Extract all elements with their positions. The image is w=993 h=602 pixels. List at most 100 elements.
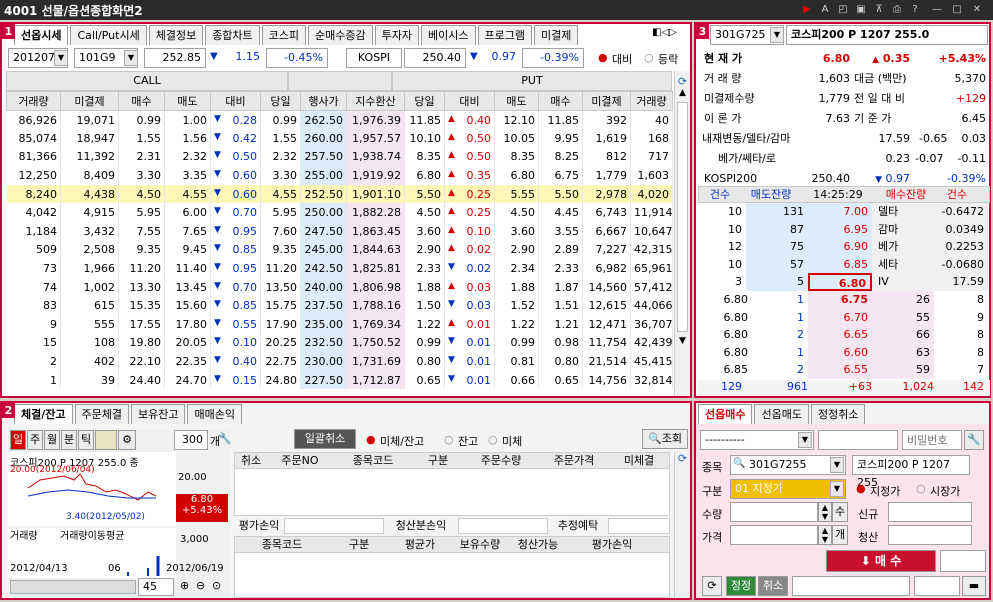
tab-8[interactable]: 프로그램	[477, 25, 532, 45]
tab-sell[interactable]: 선옵매도	[754, 404, 809, 424]
chevron-down-icon[interactable]: ▼	[830, 481, 844, 497]
tab-1[interactable]: Call/Put시세	[70, 25, 147, 45]
settings-icon[interactable]: ⚙	[118, 430, 136, 450]
tab-2[interactable]: 체결정보	[148, 25, 204, 45]
refresh-icon[interactable]: ⟳	[675, 452, 690, 465]
orderbook-bid-row[interactable]: 6.80 1 6.70 55 9	[698, 308, 990, 327]
table-row[interactable]: 4,042 4,915 5.95 6.00 ▼ 0.70 5.95 250.00 1,882.2…	[6, 203, 673, 223]
count-input[interactable]: 300	[174, 430, 208, 450]
tab-3[interactable]: 종합차트	[205, 25, 260, 45]
period-tick[interactable]: 틱	[78, 430, 94, 450]
orderbook-bid-row[interactable]: 6.80 2 6.65 66 8	[698, 326, 990, 344]
radio-rate-icon[interactable]: ○	[644, 51, 654, 64]
tab-scroll-icon[interactable]: ◧◁▷	[652, 27, 677, 38]
link-icon[interactable]: ◰	[836, 3, 850, 16]
confirm-button[interactable]: 정정	[726, 576, 756, 596]
radio-diff-icon[interactable]: ●	[598, 51, 608, 64]
table-row[interactable]: 1,184 3,432 7.55 7.65 ▼ 0.95 7.60 247.50 1,863.4…	[6, 222, 673, 241]
scroll-thumb[interactable]	[677, 102, 688, 332]
chevron-down-icon[interactable]: ▼	[770, 27, 784, 43]
tab-4[interactable]: 코스피	[261, 25, 307, 45]
period-minute[interactable]: 분	[61, 430, 77, 450]
table-row[interactable]: 73 1,966 11.20 11.40 ▼ 0.95 11.20 242.50 1,825.8…	[6, 259, 673, 278]
zoom-input[interactable]: 45	[138, 578, 174, 596]
close-icon[interactable]: ✕	[970, 3, 984, 16]
orderbook-bid-row[interactable]: 6.80 1 6.60 63 8	[698, 343, 990, 362]
qty-suffix[interactable]: 수	[832, 502, 848, 522]
chevron-down-icon[interactable]: ▼	[54, 50, 68, 66]
scroll-up-icon[interactable]: ▲	[675, 88, 690, 98]
period-input[interactable]	[95, 430, 117, 450]
record-icon[interactable]: ▶	[800, 3, 814, 16]
period-week[interactable]: 주	[27, 430, 43, 450]
tab-modify[interactable]: 정정취소	[810, 404, 866, 424]
table-row[interactable]: 2 402 22.10 22.35 ▼ 0.40 22.75 230.00 1,731.69 0.…	[6, 352, 673, 371]
zoom-in-icon[interactable]: ⊕	[180, 579, 189, 592]
table-row[interactable]: 83 615 15.35 15.60 ▼ 0.85 15.75 237.50 1,788.16 1…	[6, 296, 673, 316]
print-icon[interactable]: ⎙	[890, 3, 904, 16]
tab-0[interactable]: 선옵시세	[14, 25, 69, 45]
table-row[interactable]: 1 39 24.40 24.70 ▼ 0.15 24.80 227.50 1,712.87 0.6…	[6, 370, 673, 390]
table-row[interactable]: 86,926 19,071 0.99 1.00 ▼ 0.28 0.99 262.50 1,976…	[6, 110, 673, 130]
table-row[interactable]: 509 2,508 9.35 9.45 ▼ 0.85 9.35 245.00 1,844.63 2…	[6, 240, 673, 260]
chevron-down-icon[interactable]: ▼	[830, 457, 844, 473]
period-month[interactable]: 월	[44, 430, 60, 450]
chevron-down-icon[interactable]: ▼	[798, 432, 812, 448]
zoom-out-icon[interactable]: ⊖	[196, 579, 205, 592]
orderbook-bid-row[interactable]: 6.85 2 6.55 59 7	[698, 361, 990, 379]
orderbook-ask-row[interactable]: 10 57 6.85 세타 -0.0680	[698, 255, 990, 274]
cancel-all-button[interactable]: 일괄취소	[294, 429, 356, 449]
type-select[interactable]: 01 지정가	[730, 479, 846, 499]
table-row[interactable]: 9 555 17.55 17.80 ▼ 0.55 17.90 235.00 1,769.34 1.…	[6, 315, 673, 334]
tab-9[interactable]: 미결제	[534, 25, 579, 45]
account-select[interactable]: ----------	[700, 430, 814, 450]
table-row[interactable]: 12,250 8,409 3.30 3.35 ▼ 0.60 3.30 255.00 1,919.…	[6, 166, 673, 185]
refresh-icon[interactable]: ⟳	[675, 75, 690, 88]
table-row[interactable]: 15 108 19.80 20.05 ▼ 0.10 20.25 232.50 1,750.52 0…	[6, 333, 673, 353]
zoom-reset-icon[interactable]: ⊙	[212, 579, 221, 592]
tab-5[interactable]: 순매수증감	[308, 25, 373, 45]
orderbook-ask-row[interactable]: 10 87 6.95 감마 0.0349	[698, 220, 990, 239]
refresh-icon[interactable]: ⟳	[702, 576, 722, 596]
chevron-down-icon[interactable]: ▼	[124, 50, 138, 66]
orderbook-ask-row[interactable]: 3 5 6.80 IV 17.59	[698, 273, 990, 291]
cancel-button[interactable]: 취소	[758, 576, 788, 596]
table-row[interactable]: 85,074 18,947 1.55 1.56 ▼ 0.42 1.55 260.00 1,957…	[6, 129, 673, 148]
qty-stepper[interactable]: ▲ ▼	[818, 502, 832, 522]
help-icon[interactable]: ?	[908, 3, 922, 16]
table-row[interactable]: 8,240 4,438 4.50 4.55 ▼ 0.60 4.55 252.50 1,901.1…	[6, 184, 673, 204]
tab-6[interactable]: 투자자	[374, 25, 420, 45]
search-button[interactable]: 🔍조회	[642, 429, 688, 449]
orderbook-ask-row[interactable]: 12 75 6.90 베가 0.2253	[698, 238, 990, 256]
radio-balance-icon[interactable]: ○	[444, 433, 454, 446]
table-row[interactable]: 81,366 11,392 2.31 2.32 ▼ 0.50 2.32 257.50 1,938…	[6, 147, 673, 167]
lock-icon[interactable]: ▣	[854, 3, 868, 16]
scroll-down-icon[interactable]: ▼	[675, 336, 690, 346]
qty-input[interactable]	[730, 502, 818, 522]
maximize-icon[interactable]: □	[950, 3, 964, 16]
price-suffix[interactable]: 개	[832, 525, 848, 545]
tool-icon[interactable]: 🔧	[218, 432, 232, 445]
period-day[interactable]: 일	[10, 430, 26, 450]
tab-holdings[interactable]: 보유잔고	[130, 404, 186, 424]
radio-limit-icon[interactable]: ●	[856, 482, 866, 495]
tab-pnl[interactable]: 매매손익	[187, 404, 242, 424]
tab-7[interactable]: 베이시스	[421, 25, 476, 45]
buy-button[interactable]: ⬇ 매 수	[826, 550, 936, 572]
radio-market-icon[interactable]: ○	[916, 482, 926, 495]
radio-pending-icon[interactable]: ○	[488, 433, 498, 446]
key-icon[interactable]: 🔧	[964, 430, 984, 450]
search-icon[interactable]: 🔍	[733, 458, 745, 469]
position-scrollbar[interactable]: ⟳	[674, 452, 690, 598]
radio-unfilled-icon[interactable]: ●	[366, 433, 376, 446]
tab-orders[interactable]: 주문체결	[74, 404, 129, 424]
folder-icon[interactable]: ▬	[962, 576, 986, 596]
price-input[interactable]	[730, 525, 818, 545]
tab-buy[interactable]: 선옵매수	[698, 404, 753, 424]
font-icon[interactable]: A	[818, 3, 832, 16]
orderbook-bid-row[interactable]: 6.80 1 6.75 26 8	[698, 291, 990, 309]
code-select[interactable]: 301G7255	[730, 455, 846, 475]
vertical-scrollbar[interactable]: ⟳ ▲ ▼	[674, 71, 690, 396]
password-input[interactable]	[902, 430, 962, 450]
chart-slider[interactable]	[10, 580, 136, 594]
